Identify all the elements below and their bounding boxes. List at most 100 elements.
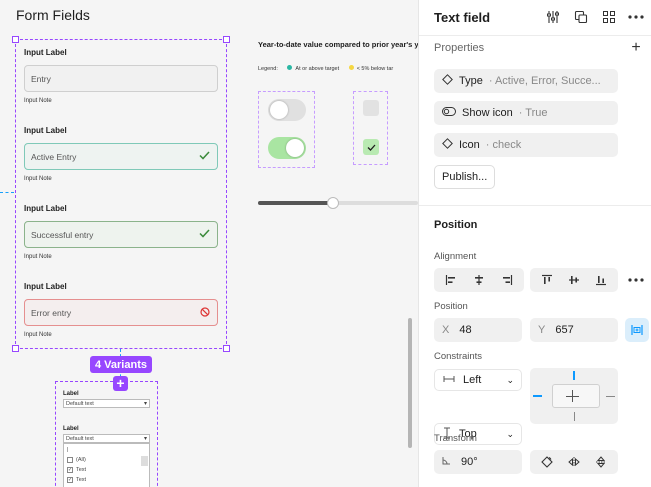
dropdown-option[interactable]: ✓ Text bbox=[67, 475, 146, 485]
x-position-input[interactable]: X 48 bbox=[434, 318, 522, 342]
field-label: Input Label bbox=[24, 282, 67, 291]
publish-button[interactable]: Publish... bbox=[434, 165, 496, 189]
resize-handle[interactable] bbox=[12, 36, 19, 43]
input-value: Successful entry bbox=[31, 229, 94, 240]
text-input[interactable]: Error entry bbox=[24, 299, 218, 326]
vertical-alignment-group bbox=[530, 268, 618, 292]
flip-vertical-icon[interactable] bbox=[590, 451, 612, 473]
position-section-title: Position bbox=[434, 219, 478, 231]
align-middle-v-icon[interactable] bbox=[563, 269, 585, 291]
dropdown-select[interactable]: Default text bbox=[63, 399, 150, 408]
property-type[interactable]: Type · Active, Error, Succe... bbox=[434, 69, 618, 93]
rotation-input[interactable]: 90° bbox=[434, 450, 522, 474]
checkbox-unchecked[interactable] bbox=[363, 100, 379, 116]
y-position-input[interactable]: Y 657 bbox=[530, 318, 618, 342]
absolute-position-icon[interactable] bbox=[625, 318, 649, 342]
text-input[interactable]: Entry bbox=[24, 65, 218, 92]
constraint-bottom[interactable] bbox=[574, 412, 575, 421]
y-value: 657 bbox=[555, 324, 574, 336]
add-property-icon[interactable]: + bbox=[627, 39, 645, 57]
field-error[interactable]: Input Label Error entry Input Note bbox=[24, 282, 218, 338]
position-label: Position bbox=[434, 301, 468, 312]
components-icon[interactable] bbox=[600, 8, 618, 26]
variants-badge[interactable]: 4 Variants bbox=[90, 356, 152, 373]
text-field-component-set[interactable]: Input Label Entry Input Note Input Label… bbox=[15, 39, 227, 349]
toggle-component-frame[interactable] bbox=[258, 91, 315, 168]
text-input[interactable]: Successful entry bbox=[24, 221, 218, 248]
field-default[interactable]: Input Label Entry Input Note bbox=[24, 48, 218, 104]
property-show-icon[interactable]: Show icon · True bbox=[434, 101, 618, 125]
resize-handle[interactable] bbox=[223, 345, 230, 352]
field-active[interactable]: Input Label Active Entry Input Note bbox=[24, 126, 218, 182]
legend-heading: Year-to-date value compared to prior yea… bbox=[258, 40, 418, 49]
checkbox[interactable] bbox=[67, 457, 73, 463]
align-center-h-icon[interactable] bbox=[468, 269, 490, 291]
legend-dot-icon bbox=[287, 65, 293, 70]
property-icon[interactable]: Icon · check bbox=[434, 133, 618, 157]
input-value: Entry bbox=[31, 73, 51, 84]
property-name: Show icon bbox=[462, 107, 513, 119]
dropdown-select[interactable]: Default text bbox=[63, 434, 150, 443]
dropdown-scrollbar[interactable] bbox=[141, 456, 148, 466]
error-icon bbox=[200, 306, 210, 319]
dropdown-search[interactable]: | bbox=[67, 445, 146, 455]
x-value: 48 bbox=[459, 324, 472, 336]
properties-panel: Text field Properties + Type · Active, E… bbox=[418, 0, 651, 487]
text-input[interactable]: Active Entry bbox=[24, 143, 218, 170]
dropdown-option[interactable]: ✓ Text bbox=[67, 465, 146, 475]
field-note: Input Note bbox=[24, 332, 52, 338]
dropdown-menu: | (All) ✓ Text ✓ Text bbox=[63, 443, 150, 487]
property-value: · True bbox=[518, 107, 548, 119]
field-success[interactable]: Input Label Successful entry Input Note bbox=[24, 204, 218, 260]
slider-handle[interactable] bbox=[327, 197, 339, 209]
constraint-right[interactable] bbox=[606, 396, 615, 397]
dropdown-component-frame[interactable]: Label Default text Label Default text | … bbox=[55, 381, 158, 487]
canvas-scrollbar[interactable] bbox=[408, 318, 412, 448]
diamond-icon bbox=[442, 74, 453, 88]
legend-dot-icon bbox=[348, 65, 354, 70]
legend-item: < 5% below tar bbox=[356, 66, 394, 72]
adjust-icon[interactable] bbox=[544, 8, 562, 26]
constraint-top[interactable] bbox=[573, 371, 575, 380]
properties-title: Properties bbox=[434, 42, 485, 54]
toggle-off[interactable] bbox=[268, 99, 306, 121]
align-left-icon[interactable] bbox=[440, 269, 462, 291]
checkbox-component-frame[interactable] bbox=[353, 91, 388, 165]
y-label: Y bbox=[538, 324, 546, 336]
more-options-icon[interactable] bbox=[627, 8, 645, 26]
resize-handle[interactable] bbox=[12, 345, 19, 352]
more-alignment-icon[interactable] bbox=[627, 271, 645, 289]
resize-handle[interactable] bbox=[223, 36, 230, 43]
align-top-icon[interactable] bbox=[536, 269, 558, 291]
checkbox[interactable]: ✓ bbox=[67, 477, 73, 483]
transform-label: Transform bbox=[434, 433, 477, 444]
dropdown-label: Label bbox=[63, 426, 79, 432]
field-note: Input Note bbox=[24, 176, 52, 182]
divider bbox=[419, 205, 651, 206]
field-label: Input Label bbox=[24, 48, 67, 57]
flip-horizontal-icon[interactable] bbox=[563, 451, 585, 473]
component-instance-icon[interactable] bbox=[572, 8, 590, 26]
constraint-left[interactable] bbox=[533, 395, 542, 397]
diamond-icon bbox=[442, 138, 453, 152]
add-variant-button[interactable]: + bbox=[113, 376, 128, 391]
horizontal-constraint-select[interactable]: Left ⌄ bbox=[434, 369, 522, 391]
checkbox[interactable]: ✓ bbox=[67, 467, 73, 473]
align-bottom-icon[interactable] bbox=[590, 269, 612, 291]
alignment-label: Alignment bbox=[434, 251, 477, 262]
input-value: Error entry bbox=[31, 307, 72, 318]
rotate-icon[interactable] bbox=[536, 451, 558, 473]
divider bbox=[419, 35, 651, 36]
horizontal-alignment-group bbox=[434, 268, 524, 292]
design-canvas[interactable]: Form Fields Input Label Entry Input Note… bbox=[0, 0, 418, 487]
field-note: Input Note bbox=[24, 98, 52, 104]
dropdown-option[interactable]: (All) bbox=[67, 455, 146, 465]
checkbox-checked[interactable] bbox=[363, 139, 379, 155]
property-name: Type bbox=[459, 75, 483, 87]
constraints-widget[interactable] bbox=[530, 368, 618, 424]
field-label: Input Label bbox=[24, 126, 67, 135]
toggle-on[interactable] bbox=[268, 137, 306, 159]
check-icon bbox=[367, 138, 376, 156]
rotation-value: 90° bbox=[461, 456, 478, 468]
align-right-icon[interactable] bbox=[496, 269, 518, 291]
